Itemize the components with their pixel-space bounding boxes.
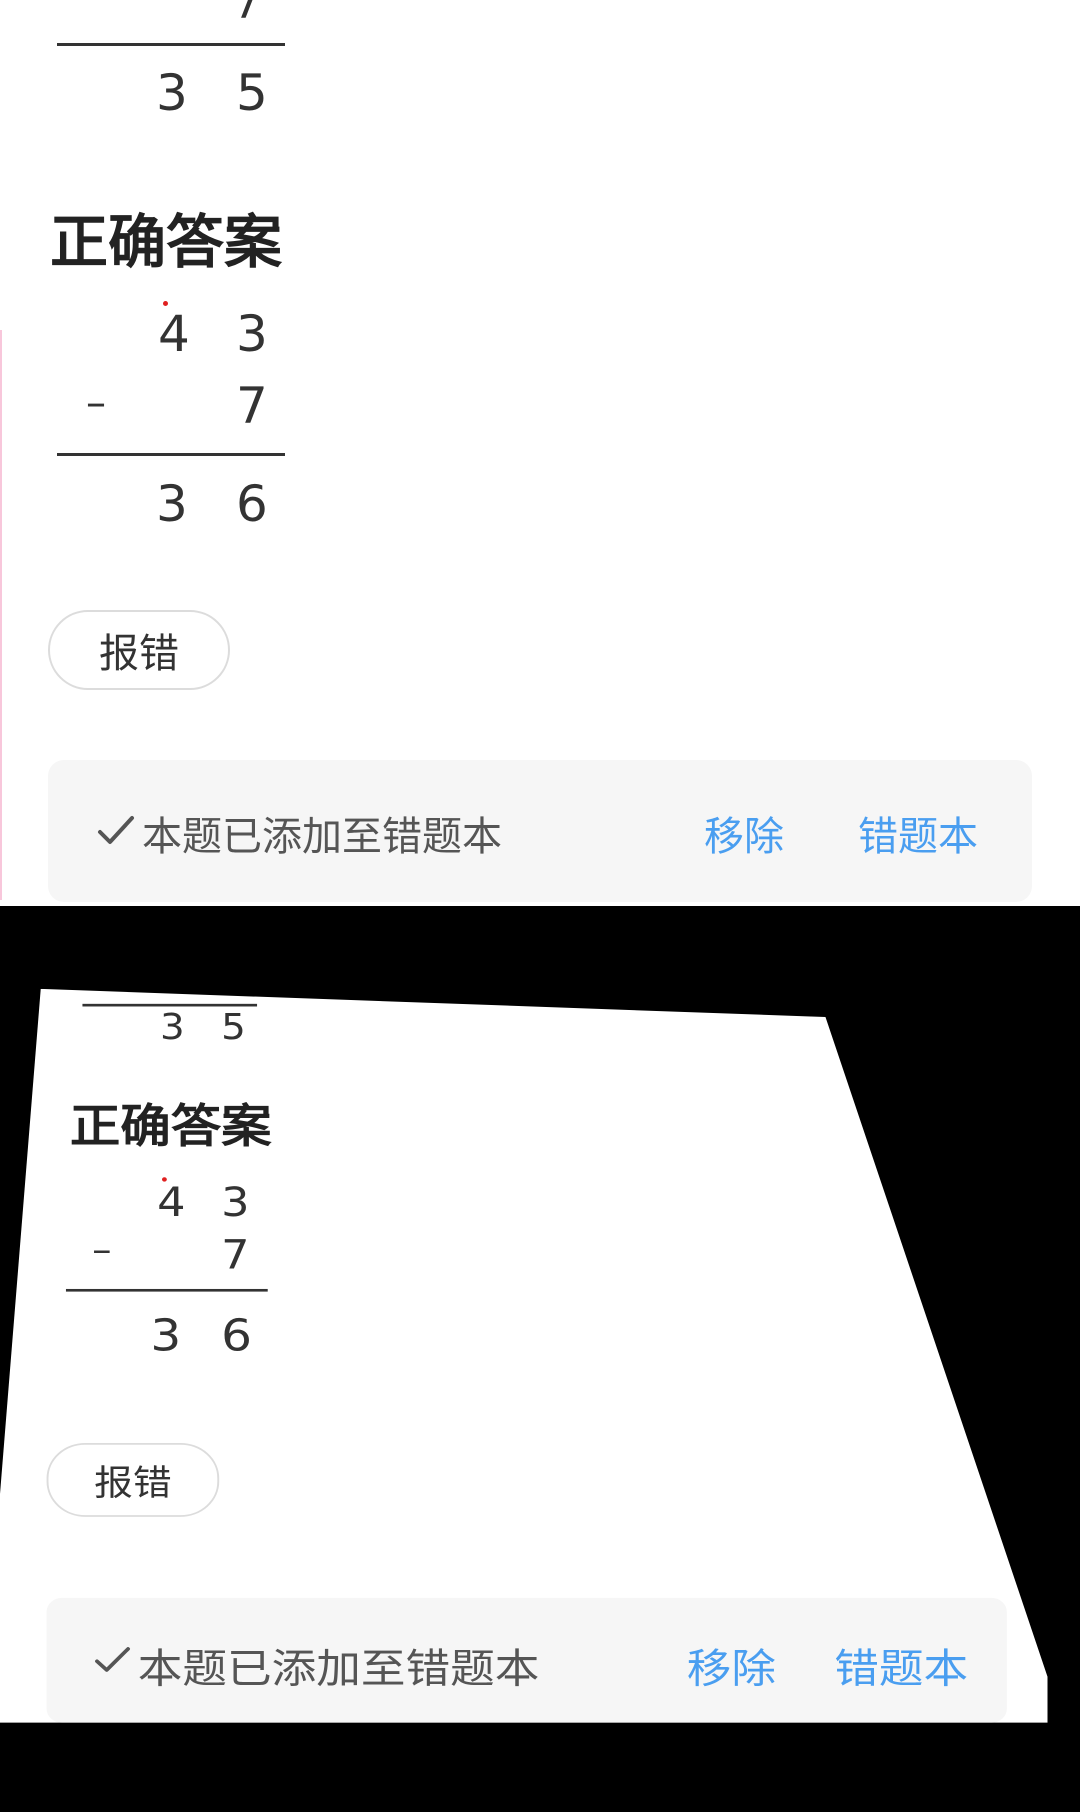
correct-answer-title: 正确答案	[50, 208, 283, 276]
result-rule	[57, 453, 285, 456]
result-rule-dup	[65, 1288, 268, 1292]
minus-sign: –	[86, 380, 106, 426]
wrong-answer-ones-dup: 5	[221, 1007, 246, 1048]
notice-text: 本题已添加至错题本	[142, 814, 502, 860]
notice-text-dup: 本题已添加至错题本	[137, 1644, 540, 1692]
subtrahend-dup: 7	[221, 1230, 250, 1279]
report-error-button-dup[interactable]: 报错	[46, 1442, 220, 1517]
subtrahend: 7	[236, 377, 268, 435]
report-error-button[interactable]: 报错	[48, 610, 230, 690]
remove-button-dup[interactable]: 移除	[687, 1637, 776, 1695]
correct-answer-title-dup: 正确答案	[69, 1100, 272, 1154]
checkmark-icon	[98, 816, 134, 844]
minuend-tens-dup: 4	[157, 1178, 186, 1226]
skewed-page: 3 5 正确答案 4 3 – 7 3 6 报错 本题已添加至错题本 移除 错题本	[0, 988, 1048, 1723]
minuend-ones-dup: 3	[221, 1178, 250, 1226]
skewed-view: 3 5 正确答案 4 3 – 7 3 6 报错 本题已添加至错题本 移除 错题本	[0, 906, 1080, 1812]
mistake-book-link[interactable]: 错题本	[858, 804, 978, 862]
wrong-answer-rule-dup	[82, 1003, 258, 1007]
wrong-answer-ones: 5	[236, 64, 268, 122]
top-view: 7 3 5 正确答案 4 3 – 7 3 6 报错 本题已添加至错题本 移除 错…	[0, 0, 1080, 906]
minuend-ones: 3	[236, 305, 268, 363]
remove-button[interactable]: 移除	[704, 804, 784, 862]
mistake-book-link-dup[interactable]: 错题本	[834, 1637, 968, 1695]
checkmark-icon-dup	[95, 1647, 130, 1672]
wrong-answer-rule	[57, 43, 285, 46]
mistake-book-notice: 本题已添加至错题本 移除 错题本	[48, 760, 1032, 902]
minus-sign-dup: –	[92, 1230, 112, 1271]
mistake-book-notice-dup: 本题已添加至错题本 移除 错题本	[46, 1597, 1007, 1723]
result-tens-dup: 3	[150, 1310, 182, 1362]
wrong-answer-tens-dup: 3	[160, 1007, 185, 1048]
result-ones: 6	[236, 475, 268, 533]
result-tens: 3	[156, 475, 188, 533]
wrong-answer-tens: 3	[156, 64, 188, 122]
previous-tail-digit: 7	[233, 0, 261, 29]
minuend-tens: 4	[158, 305, 190, 363]
result-ones-dup: 6	[221, 1310, 253, 1362]
left-edge-marker	[0, 330, 2, 900]
